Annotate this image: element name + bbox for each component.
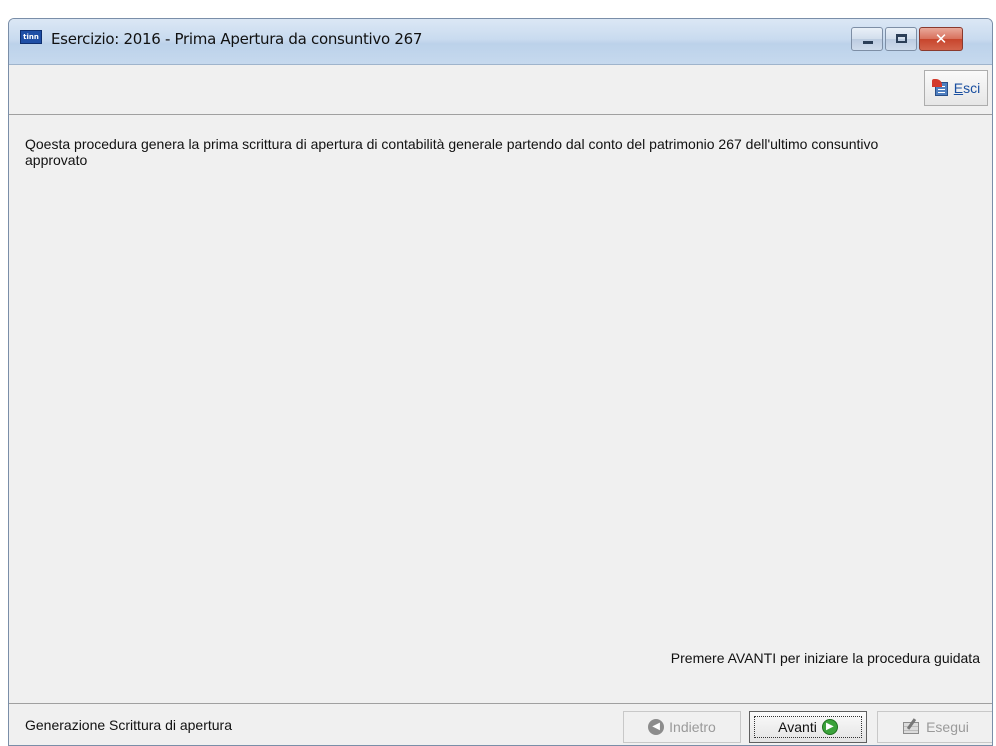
status-bar: Generazione Scrittura di apertura ◀ Indi… — [9, 705, 992, 745]
app-icon: tinn — [20, 30, 42, 44]
focus-rectangle — [754, 716, 862, 738]
procedure-description: Qoesta procedura genera la prima scrittu… — [25, 136, 879, 168]
maximize-button[interactable] — [885, 27, 917, 51]
execute-button-label: Esegui — [926, 719, 969, 735]
wizard-content: Qoesta procedura genera la prima scrittu… — [9, 116, 992, 704]
close-icon: ✕ — [934, 30, 948, 48]
title-bar[interactable]: tinn Esercizio: 2016 - Prima Apertura da… — [9, 19, 992, 65]
close-button[interactable]: ✕ — [919, 27, 963, 51]
back-button[interactable]: ◀ Indietro — [623, 711, 741, 743]
exit-icon — [931, 79, 950, 97]
execute-icon — [901, 718, 921, 735]
wizard-step-title: Generazione Scrittura di apertura — [25, 717, 232, 733]
back-arrow-icon: ◀ — [648, 719, 665, 735]
start-hint: Premere AVANTI per iniziare la procedura… — [670, 650, 980, 666]
minimize-button[interactable] — [851, 27, 883, 51]
window-title: Esercizio: 2016 - Prima Apertura da cons… — [51, 30, 423, 48]
app-window: tinn Esercizio: 2016 - Prima Apertura da… — [8, 18, 993, 746]
execute-button[interactable]: Esegui — [877, 711, 992, 743]
app-icon-text: tinn — [23, 33, 39, 41]
exit-button-label: Esci — [953, 80, 981, 96]
next-button[interactable]: Avanti ▶ — [749, 711, 867, 743]
toolbar: Esci — [9, 65, 992, 115]
minimize-icon — [863, 41, 873, 44]
maximize-icon — [896, 34, 907, 43]
back-button-label: Indietro — [669, 719, 716, 735]
exit-button[interactable]: Esci — [924, 70, 988, 106]
